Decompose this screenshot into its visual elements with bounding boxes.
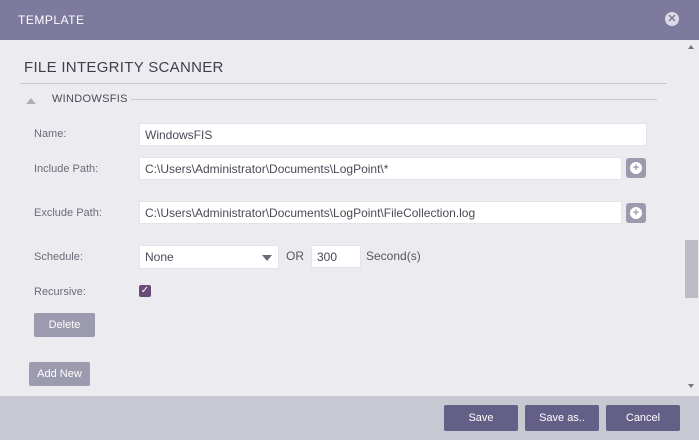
include-path-input[interactable]: C:\Users\Administrator\Documents\LogPoin… <box>139 157 622 180</box>
add-exclude-path-button[interactable]: + <box>626 203 646 223</box>
section-title: FILE INTEGRITY SCANNER <box>24 59 224 76</box>
schedule-select[interactable]: None <box>139 245 279 269</box>
scrollbar-thumb[interactable] <box>685 240 698 298</box>
plus-icon: + <box>630 162 642 174</box>
save-as-button[interactable]: Save as.. <box>525 405 599 431</box>
close-icon[interactable]: ✕ <box>665 12 679 26</box>
chevron-down-icon <box>262 255 272 261</box>
name-input[interactable]: WindowsFIS <box>139 123 647 146</box>
seconds-unit-label: Second(s) <box>366 249 421 263</box>
name-label: Name: <box>34 128 67 140</box>
collapse-triangle-icon[interactable] <box>26 98 36 104</box>
vertical-scrollbar[interactable] <box>684 40 699 396</box>
scroll-down-arrow-icon[interactable] <box>688 384 694 388</box>
exclude-path-label: Exclude Path: <box>34 207 102 219</box>
group-title: WINDOWSFIS <box>52 93 128 105</box>
group-divider <box>131 99 657 100</box>
dialog-title: TEMPLATE <box>18 13 85 27</box>
dialog-content: FILE INTEGRITY SCANNER WINDOWSFIS Name: … <box>0 40 684 396</box>
seconds-input[interactable]: 300 <box>311 245 361 268</box>
add-new-button[interactable]: Add New <box>29 362 90 386</box>
or-label: OR <box>286 249 304 263</box>
recursive-label: Recursive: <box>34 286 86 298</box>
recursive-checkbox[interactable]: ✓ <box>139 285 151 297</box>
include-path-label: Include Path: <box>34 163 99 175</box>
dialog-footer: Save Save as.. Cancel <box>0 396 699 440</box>
save-button[interactable]: Save <box>444 405 518 431</box>
plus-icon: + <box>630 207 642 219</box>
schedule-selected-value: None <box>145 250 174 264</box>
section-divider <box>20 83 667 84</box>
delete-button[interactable]: Delete <box>34 313 95 337</box>
exclude-path-input[interactable]: C:\Users\Administrator\Documents\LogPoin… <box>139 201 622 224</box>
schedule-label: Schedule: <box>34 251 83 263</box>
add-include-path-button[interactable]: + <box>626 158 646 178</box>
cancel-button[interactable]: Cancel <box>606 405 680 431</box>
dialog-titlebar: TEMPLATE ✕ <box>0 0 699 40</box>
scroll-up-arrow-icon[interactable] <box>688 45 694 49</box>
